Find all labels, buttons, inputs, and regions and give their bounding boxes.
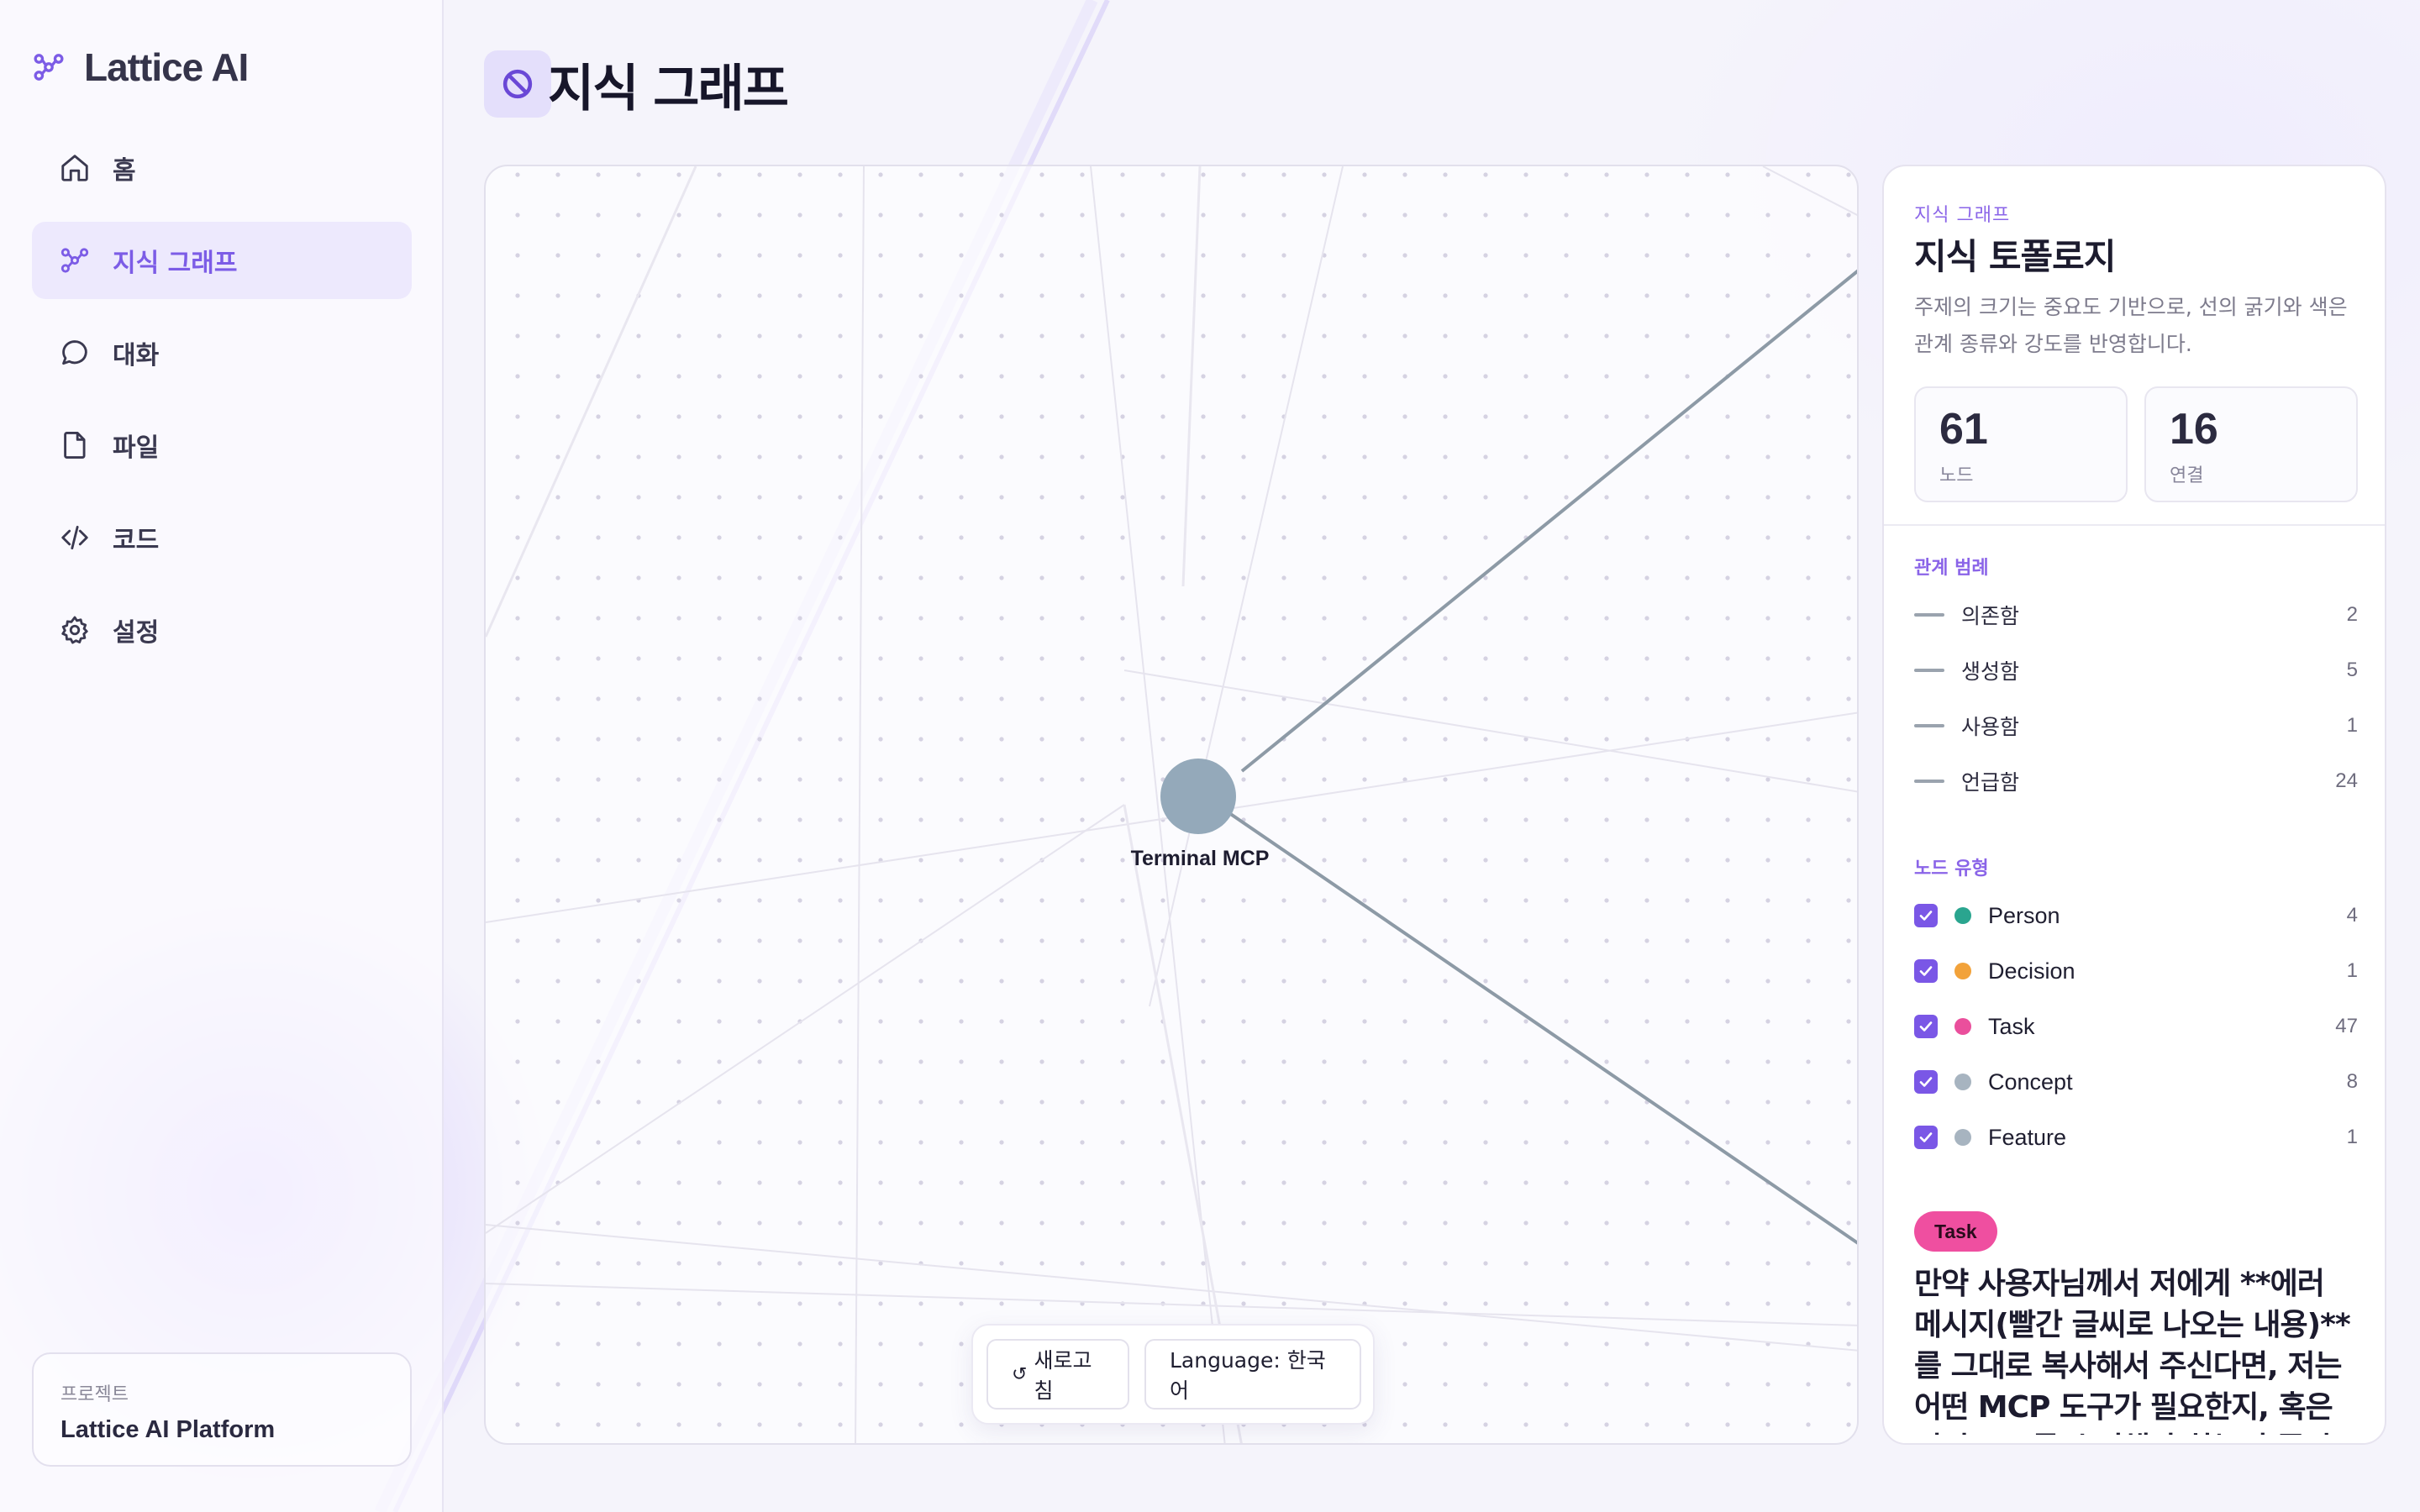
node-type-filter[interactable]: Feature 1 bbox=[1914, 1119, 2358, 1156]
node-type-label: Decision bbox=[1988, 958, 2075, 984]
sidebar-item-label: 대화 bbox=[113, 341, 160, 370]
language-label: Language: 한국어 bbox=[1170, 1348, 1326, 1403]
checkbox-checked[interactable] bbox=[1914, 959, 1938, 983]
checkbox-checked[interactable] bbox=[1914, 1126, 1938, 1149]
sidebar-nav: 홈 지식 그래프 대화 파일 코드 설정 bbox=[32, 129, 412, 684]
graph-toolbar: ↺ 새로고침 Language: 한국어 bbox=[971, 1324, 1375, 1425]
graph-node-label: Terminal MCP bbox=[1130, 847, 1270, 870]
graph-canvas[interactable]: Terminal MCP ↺ 새로고침 Language: 한국어 bbox=[484, 165, 1859, 1445]
sidebar-item-chat[interactable]: 대화 bbox=[32, 314, 412, 391]
relation-legend-item: 의존함 2 bbox=[1914, 596, 2358, 633]
checkbox-checked[interactable] bbox=[1914, 1070, 1938, 1094]
project-card[interactable]: 프로젝트 Lattice AI Platform bbox=[32, 1352, 412, 1467]
node-types-title: 노드 유형 bbox=[1914, 858, 1989, 879]
refresh-icon: ↺ bbox=[1012, 1363, 1028, 1385]
relation-label: 사용함 bbox=[1961, 715, 2020, 739]
node-type-label: Task bbox=[1988, 1013, 2035, 1039]
checkbox-checked[interactable] bbox=[1914, 904, 1938, 927]
relation-legend-item: 사용함 1 bbox=[1914, 707, 2358, 744]
node-type-count: 8 bbox=[2346, 1070, 2358, 1093]
language-button[interactable]: Language: 한국어 bbox=[1144, 1339, 1361, 1410]
relation-legend-title: 관계 범례 bbox=[1914, 558, 1989, 579]
panel-title: 지식 토폴로지 bbox=[1914, 236, 2116, 277]
node-type-count: 47 bbox=[2335, 1015, 2358, 1037]
relation-label: 의존함 bbox=[1961, 604, 2020, 628]
relation-legend-item: 언급함 24 bbox=[1914, 763, 2358, 800]
sidebar-item-label: 코드 bbox=[113, 526, 160, 555]
chat-icon bbox=[62, 340, 87, 365]
legend-line bbox=[1914, 724, 1944, 727]
panel-eyebrow: 지식 그래프 bbox=[1914, 205, 2011, 226]
stat-nodes: 61 노드 bbox=[1914, 386, 2128, 502]
sidebar-item-code[interactable]: 코드 bbox=[32, 499, 412, 576]
sidebar-item-files[interactable]: 파일 bbox=[32, 407, 412, 484]
node-color-dot bbox=[1954, 1018, 1971, 1035]
sidebar-item-knowledge-graph[interactable]: 지식 그래프 bbox=[32, 222, 412, 299]
file-icon bbox=[64, 432, 86, 459]
sidebar-item-label: 설정 bbox=[113, 618, 160, 648]
page-header: 지식 그래프 bbox=[484, 50, 789, 118]
relation-count: 5 bbox=[2346, 659, 2358, 681]
graph-node-terminal-mcp[interactable] bbox=[1160, 759, 1236, 834]
divider bbox=[1884, 524, 2385, 526]
stat-value: 61 bbox=[1939, 405, 1988, 454]
refresh-button[interactable]: ↺ 새로고침 bbox=[986, 1339, 1129, 1410]
node-color-dot bbox=[1954, 907, 1971, 924]
node-type-count: 1 bbox=[2346, 959, 2358, 982]
node-color-dot bbox=[1954, 1129, 1971, 1146]
node-type-count: 1 bbox=[2346, 1126, 2358, 1148]
app-name: Lattice AI bbox=[84, 45, 249, 89]
stat-value: 16 bbox=[2170, 405, 2218, 454]
node-type-label: Person bbox=[1988, 902, 2060, 928]
refresh-label: 새로고침 bbox=[1034, 1348, 1092, 1403]
node-type-label: Feature bbox=[1988, 1124, 2067, 1150]
graph-edge bbox=[1240, 269, 1857, 773]
node-color-dot bbox=[1954, 1074, 1971, 1090]
stat-label: 연결 bbox=[2170, 465, 2204, 486]
stat-label: 노드 bbox=[1939, 465, 1974, 486]
legend-line bbox=[1914, 780, 1944, 783]
node-type-label: Concept bbox=[1988, 1068, 2073, 1095]
graph-edges bbox=[486, 166, 1857, 1443]
legend-line bbox=[1914, 613, 1944, 617]
relation-count: 1 bbox=[2346, 714, 2358, 737]
sidebar-item-home[interactable]: 홈 bbox=[32, 129, 412, 207]
project-label: 프로젝트 bbox=[60, 1384, 129, 1405]
node-type-filter[interactable]: Concept 8 bbox=[1914, 1063, 2358, 1100]
selected-node-text: 만약 사용자님께서 저에게 **에러 메시지(빨간 글씨로 나오는 내용)**를… bbox=[1914, 1267, 2351, 1443]
blocked-icon bbox=[484, 50, 551, 118]
node-type-badge: Task bbox=[1914, 1211, 1997, 1252]
node-type-filter[interactable]: Person 4 bbox=[1914, 897, 2358, 934]
project-name: Lattice AI Platform bbox=[60, 1416, 276, 1443]
gear-icon bbox=[61, 616, 88, 644]
graph-icon bbox=[34, 54, 64, 81]
brand[interactable]: Lattice AI bbox=[32, 42, 249, 92]
stat-edges: 16 연결 bbox=[2144, 386, 2358, 502]
graph-icon bbox=[60, 248, 89, 273]
page-title: 지식 그래프 bbox=[548, 59, 789, 118]
graph-edge bbox=[1228, 811, 1857, 1245]
relation-legend-item: 생성함 5 bbox=[1914, 652, 2358, 689]
legend-line bbox=[1914, 669, 1944, 672]
sidebar-item-label: 홈 bbox=[113, 156, 136, 186]
panel-bottom-edge bbox=[1884, 1435, 2385, 1443]
sidebar-item-label: 지식 그래프 bbox=[113, 249, 238, 278]
sidebar-item-settings[interactable]: 설정 bbox=[32, 591, 412, 669]
topology-panel: 지식 그래프 지식 토폴로지 주제의 크기는 중요도 기반으로, 선의 굵기와 … bbox=[1882, 165, 2386, 1445]
home-icon bbox=[61, 155, 88, 181]
checkbox-checked[interactable] bbox=[1914, 1015, 1938, 1038]
sidebar: Lattice AI 홈 지식 그래프 대화 파일 코드 설정 프로젝트 Lat… bbox=[0, 0, 444, 1512]
code-icon bbox=[61, 525, 88, 550]
relation-label: 생성함 bbox=[1961, 659, 2020, 684]
relation-count: 2 bbox=[2346, 603, 2358, 626]
relation-label: 언급함 bbox=[1961, 770, 2020, 795]
node-type-filter[interactable]: Task 47 bbox=[1914, 1008, 2358, 1045]
node-type-count: 4 bbox=[2346, 904, 2358, 927]
node-type-filter[interactable]: Decision 1 bbox=[1914, 953, 2358, 990]
sidebar-item-label: 파일 bbox=[113, 433, 160, 463]
panel-description: 주제의 크기는 중요도 기반으로, 선의 굵기와 색은 관계 종류와 강도를 반… bbox=[1914, 295, 2348, 356]
relation-count: 24 bbox=[2335, 769, 2358, 792]
node-color-dot bbox=[1954, 963, 1971, 979]
